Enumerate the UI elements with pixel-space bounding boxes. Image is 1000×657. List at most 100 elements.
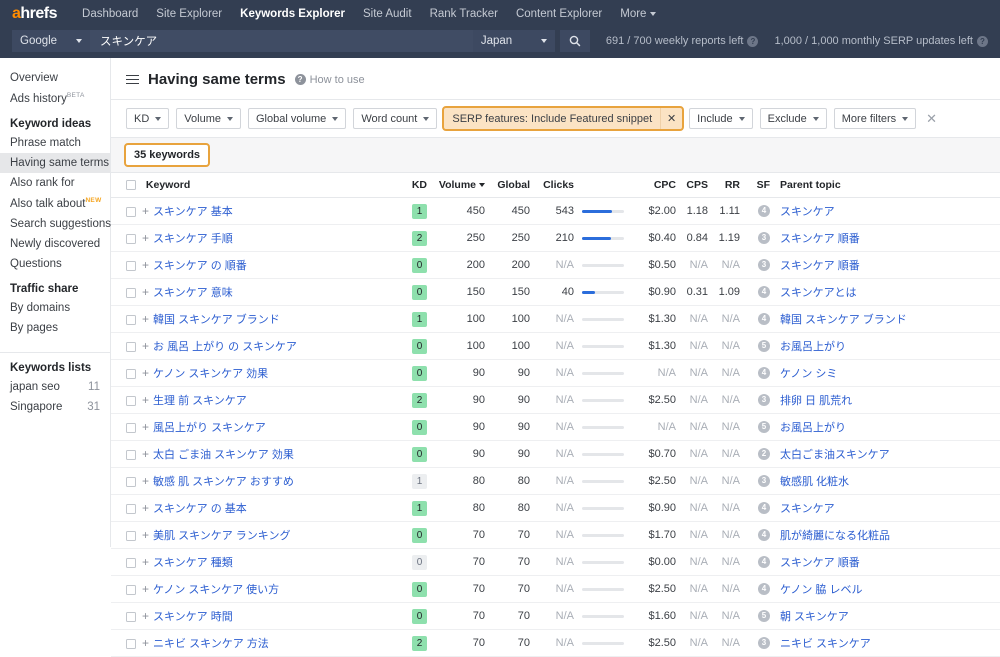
serp-features-badge[interactable]: 4 bbox=[758, 556, 770, 569]
row-checkbox[interactable] bbox=[126, 639, 136, 650]
column-keyword[interactable]: Keyword bbox=[111, 173, 385, 198]
sidebar-item-ads-history[interactable]: Ads historyBETA bbox=[0, 88, 110, 109]
serp-features-badge[interactable]: 3 bbox=[758, 259, 770, 272]
row-checkbox[interactable] bbox=[126, 585, 136, 596]
sidebar-item-having-same-terms[interactable]: Having same terms bbox=[0, 152, 110, 173]
sidebar-item-by-pages[interactable]: By pages bbox=[0, 318, 110, 338]
keyword-link[interactable]: スキンケア 基本 bbox=[153, 206, 233, 218]
sidebar-item-also-talk-about[interactable]: Also talk aboutNEW bbox=[0, 193, 110, 214]
keywords-table-wrap[interactable]: Keyword KD Volume Global Clicks CPC CPS … bbox=[111, 173, 1000, 657]
add-to-list-icon[interactable]: + bbox=[136, 528, 153, 542]
row-checkbox[interactable] bbox=[126, 315, 136, 326]
cell-parent-topic[interactable]: スキンケア bbox=[770, 494, 1000, 522]
add-to-list-icon[interactable]: + bbox=[136, 636, 153, 650]
row-checkbox[interactable] bbox=[126, 288, 136, 299]
keyword-link[interactable]: スキンケア の 基本 bbox=[153, 503, 247, 515]
table-row[interactable]: + ニキビ スキンケア 方法 2 70 70 N/A $2.50 N/A N/A 3 ニキビ スキン… bbox=[111, 629, 1000, 657]
cell-parent-topic[interactable]: お風呂上がり bbox=[770, 332, 1000, 360]
sidebar-item-japan-seo[interactable]: japan seo 11 bbox=[0, 377, 110, 397]
sidebar-item-newly-discovered[interactable]: Newly discovered bbox=[0, 234, 110, 254]
table-row[interactable]: + ケノン スキンケア 効果 0 90 90 N/A N/A N/A N/A 4 ケノン シミ bbox=[111, 359, 1000, 387]
cell-parent-topic[interactable]: お風呂上がり bbox=[770, 413, 1000, 441]
add-to-list-icon[interactable]: + bbox=[136, 393, 153, 407]
serp-features-badge[interactable]: 4 bbox=[758, 313, 770, 326]
keyword-link[interactable]: ニキビ スキンケア 方法 bbox=[153, 638, 269, 650]
column-kd[interactable]: KD bbox=[385, 173, 427, 198]
nav-content-explorer[interactable]: Content Explorer bbox=[507, 8, 611, 20]
serp-features-badge[interactable]: 5 bbox=[758, 421, 770, 434]
serp-features-badge[interactable]: 4 bbox=[758, 367, 770, 380]
table-row[interactable]: + スキンケア 種類 0 70 70 N/A $0.00 N/A N/A 4 スキンケア 順番 bbox=[111, 548, 1000, 576]
filter-volume-button[interactable]: Volume bbox=[176, 108, 241, 129]
serp-features-badge[interactable]: 4 bbox=[758, 205, 770, 218]
filter-exclude-button[interactable]: Exclude bbox=[759, 108, 827, 129]
row-checkbox[interactable] bbox=[126, 558, 136, 569]
search-engine-select[interactable]: Google bbox=[12, 30, 90, 52]
sidebar-item-singapore[interactable]: Singapore 31 bbox=[0, 397, 110, 417]
cell-parent-topic[interactable]: スキンケア 順番 bbox=[770, 548, 1000, 576]
nav-rank-tracker[interactable]: Rank Tracker bbox=[421, 8, 507, 20]
add-to-list-icon[interactable]: + bbox=[136, 339, 153, 353]
keyword-link[interactable]: スキンケア 意味 bbox=[153, 287, 233, 299]
sidebar-item-also-rank-for[interactable]: Also rank for bbox=[0, 173, 110, 193]
serp-features-badge[interactable]: 3 bbox=[758, 475, 770, 488]
select-all-checkbox[interactable] bbox=[126, 180, 136, 191]
table-row[interactable]: + ケノン スキンケア 使い方 0 70 70 N/A $2.50 N/A N/A 4 ケノン 脇 … bbox=[111, 575, 1000, 603]
table-row[interactable]: + 風呂上がり スキンケア 0 90 90 N/A N/A N/A N/A 5 お風呂上がり bbox=[111, 413, 1000, 441]
cell-parent-topic[interactable]: スキンケアとは bbox=[770, 278, 1000, 306]
country-select[interactable]: Japan bbox=[472, 30, 555, 52]
add-to-list-icon[interactable]: + bbox=[136, 447, 153, 461]
add-to-list-icon[interactable]: + bbox=[136, 582, 153, 596]
serp-features-badge[interactable]: 3 bbox=[758, 394, 770, 407]
add-to-list-icon[interactable]: + bbox=[136, 501, 153, 515]
column-clicks[interactable]: Clicks bbox=[530, 173, 574, 198]
row-checkbox[interactable] bbox=[126, 450, 136, 461]
serp-features-badge[interactable]: 5 bbox=[758, 610, 770, 623]
filter-word-count-button[interactable]: Word count bbox=[353, 108, 438, 129]
sidebar-item-phrase-match[interactable]: Phrase match bbox=[0, 133, 110, 153]
row-checkbox[interactable] bbox=[126, 261, 136, 272]
row-checkbox[interactable] bbox=[126, 612, 136, 623]
table-row[interactable]: + 韓国 スキンケア ブランド 1 100 100 N/A $1.30 N/A N/A 4 韓国 ス… bbox=[111, 305, 1000, 333]
serp-features-badge[interactable]: 2 bbox=[758, 448, 770, 461]
hamburger-icon[interactable] bbox=[126, 74, 139, 85]
table-row[interactable]: + スキンケア の 基本 1 80 80 N/A $0.90 N/A N/A 4 スキンケア bbox=[111, 494, 1000, 522]
filter-kd-button[interactable]: KD bbox=[126, 108, 170, 129]
serp-features-badge[interactable]: 4 bbox=[758, 583, 770, 596]
table-row[interactable]: + 美肌 スキンケア ランキング 0 70 70 N/A $1.70 N/A N/A 4 肌が綺麗に… bbox=[111, 521, 1000, 549]
cell-parent-topic[interactable]: スキンケア 順番 bbox=[770, 224, 1000, 252]
nav-dashboard[interactable]: Dashboard bbox=[73, 8, 147, 20]
table-row[interactable]: + 敏感 肌 スキンケア おすすめ 1 80 80 N/A $2.50 N/A N/A 3 敏感肌 … bbox=[111, 467, 1000, 495]
row-checkbox[interactable] bbox=[126, 423, 136, 434]
keyword-link[interactable]: スキンケア 時間 bbox=[153, 611, 233, 623]
ahrefs-logo[interactable]: ahrefs bbox=[12, 5, 58, 23]
table-row[interactable]: + スキンケア 基本 1 450 450 543 $2.00 1.18 1.11 4 スキンケア bbox=[111, 197, 1000, 225]
close-icon[interactable]: ✕ bbox=[660, 108, 683, 129]
nav-site-audit[interactable]: Site Audit bbox=[354, 8, 421, 20]
row-checkbox[interactable] bbox=[126, 531, 136, 542]
serp-features-badge[interactable]: 4 bbox=[758, 529, 770, 542]
add-to-list-icon[interactable]: + bbox=[136, 420, 153, 434]
table-row[interactable]: + スキンケア 時間 0 70 70 N/A $1.60 N/A N/A 5 朝 スキンケア bbox=[111, 602, 1000, 630]
cell-parent-topic[interactable]: 排卵 日 肌荒れ bbox=[770, 386, 1000, 414]
filter-include-button[interactable]: Include bbox=[689, 108, 753, 129]
table-row[interactable]: + スキンケア 意味 0 150 150 40 $0.90 0.31 1.09 4 スキンケアとは bbox=[111, 278, 1000, 306]
nav-site-explorer[interactable]: Site Explorer bbox=[147, 8, 231, 20]
sidebar-item-search-suggestions[interactable]: Search suggestions bbox=[0, 214, 111, 234]
sidebar-item-questions[interactable]: Questions bbox=[0, 254, 110, 274]
add-to-list-icon[interactable]: + bbox=[136, 609, 153, 623]
active-filter-label[interactable]: SERP features: Include Featured snippet bbox=[444, 108, 661, 129]
cell-parent-topic[interactable]: ニキビ スキンケア bbox=[770, 629, 1000, 657]
table-row[interactable]: + 生理 前 スキンケア 2 90 90 N/A $2.50 N/A N/A 3 排卵 日 肌荒れ bbox=[111, 386, 1000, 414]
cell-parent-topic[interactable]: 朝 スキンケア bbox=[770, 602, 1000, 630]
column-global[interactable]: Global bbox=[485, 173, 530, 198]
sidebar-item-by-domains[interactable]: By domains bbox=[0, 298, 110, 318]
table-row[interactable]: + 太白 ごま油 スキンケア 効果 0 90 90 N/A $0.70 N/A N/A 2 太白ごま… bbox=[111, 440, 1000, 468]
row-checkbox[interactable] bbox=[126, 369, 136, 380]
add-to-list-icon[interactable]: + bbox=[136, 555, 153, 569]
cell-parent-topic[interactable]: 韓国 スキンケア ブランド bbox=[770, 305, 1000, 333]
keyword-link[interactable]: 太白 ごま油 スキンケア 効果 bbox=[153, 449, 294, 461]
clear-all-filters-icon[interactable]: ✕ bbox=[926, 111, 937, 127]
nav-keywords-explorer[interactable]: Keywords Explorer bbox=[231, 8, 354, 20]
cell-parent-topic[interactable]: 敏感肌 化粧水 bbox=[770, 467, 1000, 495]
